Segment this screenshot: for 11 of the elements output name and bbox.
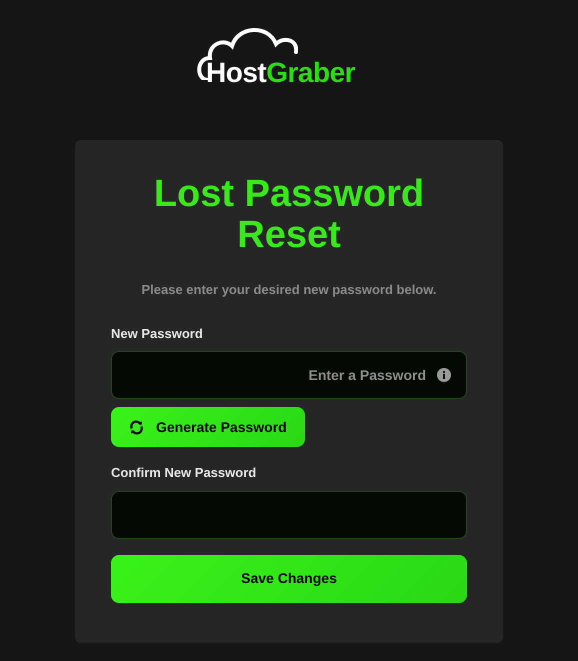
instruction-text: Please enter your desired new password below. bbox=[140, 281, 438, 300]
password-field[interactable]: Enter a Password bbox=[111, 351, 467, 400]
logo-text: Host bbox=[206, 56, 266, 90]
save-changes-button[interactable]: Save Changes bbox=[111, 554, 467, 603]
logo-text: Graber bbox=[266, 56, 356, 90]
field-label: New Password bbox=[111, 324, 204, 343]
field-label: Confirm New Password bbox=[111, 464, 258, 482]
refresh-icon bbox=[129, 420, 144, 435]
info-icon bbox=[437, 368, 451, 382]
generate-password-button[interactable]: Generate Password bbox=[111, 407, 305, 448]
page-title: Lost Password Reset bbox=[152, 174, 426, 256]
